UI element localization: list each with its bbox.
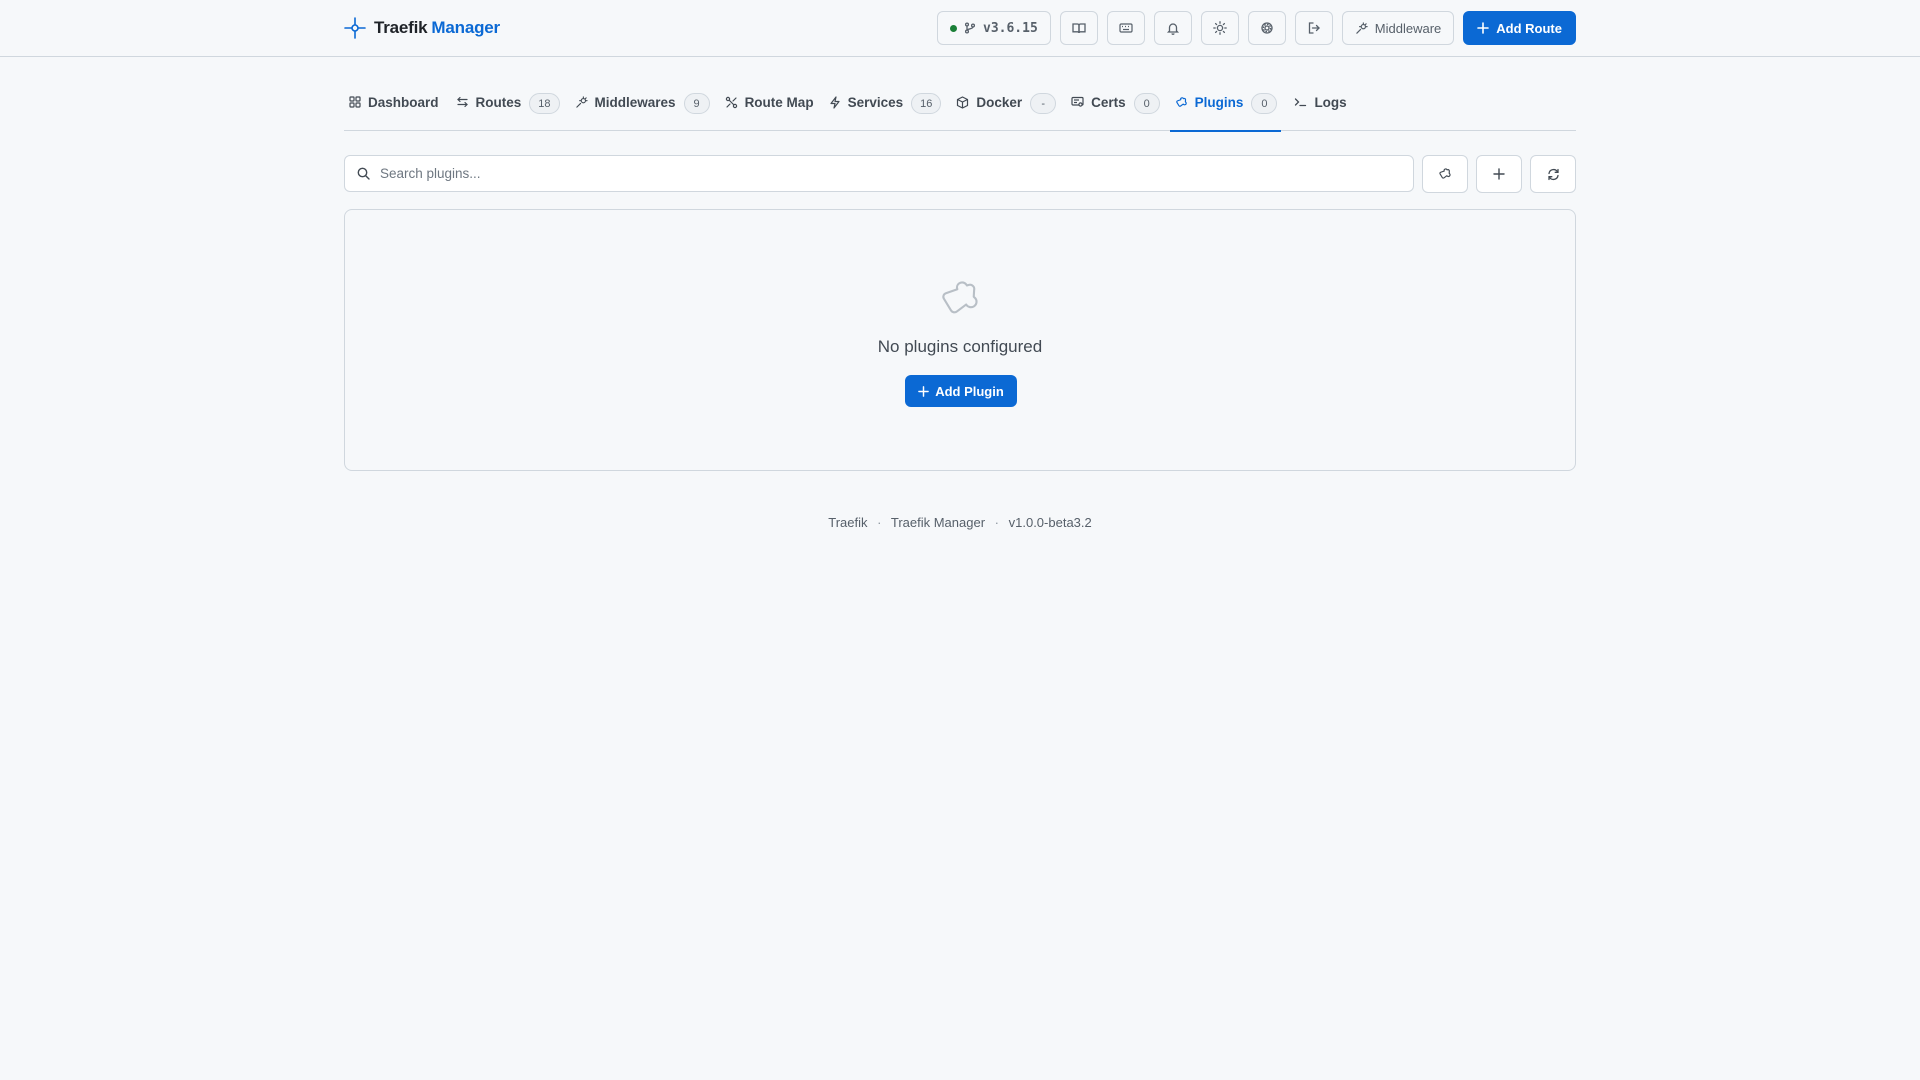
cert-icon (1071, 96, 1084, 108)
refresh-icon (1547, 168, 1560, 181)
count-badge: 0 (1251, 93, 1278, 114)
tab-plugins[interactable]: Plugins 0 (1169, 84, 1282, 132)
main-tabs: Dashboard Routes 18 Middlewares 9 Route … (344, 84, 1576, 132)
settings-icon (1260, 21, 1274, 35)
theme-toggle-button[interactable] (1200, 11, 1239, 45)
tab-label: Logs (1314, 95, 1347, 110)
footer-link-traefik-manager[interactable]: Traefik Manager (891, 515, 985, 530)
tab-logs[interactable]: Logs (1289, 84, 1352, 131)
tab-label: Route Map (744, 95, 814, 110)
keyboard-icon (1119, 21, 1133, 35)
count-badge: 0 (1133, 93, 1160, 114)
add-plugin-button[interactable]: Add Plugin (905, 375, 1017, 407)
tab-services[interactable]: Services 16 (824, 84, 948, 131)
brand-logo[interactable]: Traefik Manager (344, 15, 500, 41)
tab-label: Middlewares (594, 95, 676, 110)
tab-route-map[interactable]: Route Map (720, 84, 820, 131)
bolt-icon (829, 96, 841, 109)
plus-icon (1493, 168, 1505, 180)
count-badge: - (1030, 93, 1057, 114)
sun-icon (1212, 21, 1227, 35)
route-map-icon (725, 96, 738, 109)
tab-certs[interactable]: Certs 0 (1066, 84, 1166, 131)
add-route-label: Add Route (1496, 20, 1562, 36)
count-badge: 18 (529, 93, 560, 114)
grid-icon (349, 96, 361, 108)
tab-label: Docker (976, 95, 1023, 110)
tab-label: Services (847, 95, 904, 110)
tab-label: Dashboard (368, 95, 439, 110)
add-plugin-icon-button[interactable] (1476, 155, 1522, 193)
add-plugin-label: Add Plugin (935, 383, 1004, 399)
status-dot-icon (950, 24, 957, 32)
keyboard-shortcuts-button[interactable] (1106, 11, 1145, 45)
tab-dashboard[interactable]: Dashboard (344, 84, 445, 131)
middleware-icon (575, 96, 588, 109)
middleware-button[interactable]: Middleware (1341, 11, 1455, 45)
app-header: Traefik Manager v3.6.15 Middleware Add R… (0, 0, 1920, 57)
settings-button[interactable] (1247, 11, 1286, 45)
plus-icon (1477, 22, 1490, 34)
tab-docker[interactable]: Docker - (951, 84, 1062, 131)
version-label: v3.6.15 (983, 20, 1038, 36)
terminal-icon (1294, 96, 1307, 108)
puzzle-icon (1438, 167, 1452, 181)
browse-plugins-button[interactable] (1422, 155, 1468, 193)
empty-state-title: No plugins configured (877, 337, 1043, 356)
add-route-button[interactable]: Add Route (1463, 11, 1576, 45)
plugins-empty-state: No plugins configured Add Plugin (344, 209, 1576, 471)
tab-label: Plugins (1194, 95, 1244, 110)
count-badge: 16 (911, 93, 942, 114)
puzzle-icon (1175, 96, 1188, 109)
footer-separator: · (877, 515, 882, 530)
count-badge: 9 (683, 93, 710, 114)
logout-button[interactable] (1294, 11, 1333, 45)
middleware-icon (1355, 21, 1368, 35)
tab-label: Certs (1091, 95, 1126, 110)
arrows-icon (456, 96, 469, 108)
logout-icon (1307, 21, 1321, 35)
bell-icon (1166, 21, 1180, 35)
brand-name-second: Manager (431, 18, 500, 37)
box-icon (956, 96, 969, 109)
book-icon (1072, 21, 1086, 35)
branch-icon (964, 22, 976, 34)
footer-separator: · (994, 515, 999, 530)
search-icon (357, 167, 370, 180)
footer-link-traefik[interactable]: Traefik (828, 515, 867, 530)
search-input[interactable] (380, 166, 1413, 181)
puzzle-icon (937, 278, 983, 320)
traefik-version-button[interactable]: v3.6.15 (937, 11, 1051, 45)
plus-icon (918, 385, 930, 397)
docs-button[interactable] (1059, 11, 1098, 45)
footer: Traefik · Traefik Manager · v1.0.0-beta3… (0, 515, 1920, 530)
tab-middlewares[interactable]: Middlewares 9 (570, 84, 716, 131)
traefik-logo-icon (344, 17, 366, 39)
footer-version: v1.0.0-beta3.2 (1008, 515, 1092, 530)
plugin-search-field[interactable] (344, 155, 1414, 192)
refresh-button[interactable] (1530, 155, 1576, 193)
middleware-button-label: Middleware (1374, 20, 1442, 36)
brand-name-first: Traefik (374, 18, 428, 37)
tab-routes[interactable]: Routes 18 (451, 84, 566, 131)
tab-label: Routes (475, 95, 522, 110)
notifications-button[interactable] (1153, 11, 1192, 45)
